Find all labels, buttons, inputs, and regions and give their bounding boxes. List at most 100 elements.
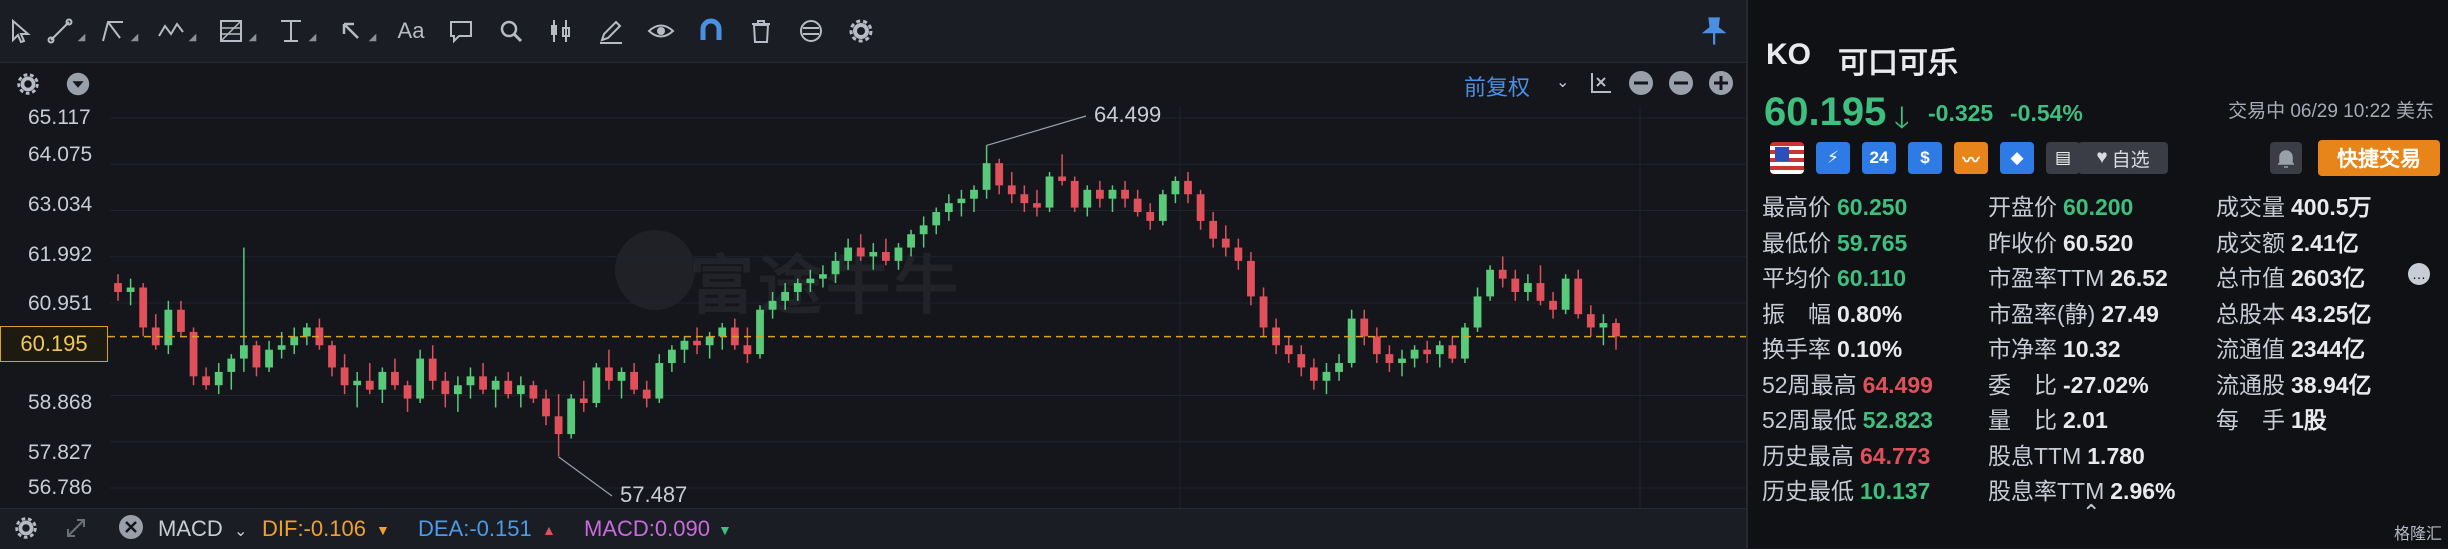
candle-body <box>1498 269 1507 279</box>
candle-body <box>718 327 727 337</box>
candle <box>932 207 941 235</box>
candle <box>1486 265 1495 301</box>
stat-value: 0.10% <box>1837 336 1903 362</box>
candle <box>340 354 349 395</box>
bell-icon <box>2278 150 2294 168</box>
candle <box>290 327 299 355</box>
caret-down-icon: ▼ <box>376 522 390 538</box>
candle-body <box>1523 283 1532 292</box>
stat-value: 1.780 <box>2087 442 2145 469</box>
alert-button[interactable] <box>2270 142 2302 174</box>
candle <box>1083 185 1092 217</box>
candle <box>202 367 211 390</box>
stat-label: 昨收价 <box>1988 229 2057 256</box>
candle-body <box>1033 203 1041 208</box>
tag-icon[interactable]: ◆ <box>2000 142 2034 174</box>
doc-icon[interactable]: ▤ <box>2046 142 2080 174</box>
candle <box>982 145 991 199</box>
stat-value: 2.41亿 <box>2291 229 2359 256</box>
candlestick-chart <box>108 106 1746 508</box>
candle-body <box>277 345 286 350</box>
candle-body <box>617 371 626 381</box>
stat-label: 最高价 <box>1762 194 1831 220</box>
stat-value: 2344亿 <box>2291 336 2366 362</box>
candle <box>516 376 525 408</box>
candle <box>1435 340 1444 368</box>
candle-body <box>1599 323 1608 328</box>
stat-value: 60.200 <box>2063 194 2134 220</box>
stat-label: 股息TTM <box>1988 442 2082 469</box>
candle <box>1158 189 1167 226</box>
collapse-icon[interactable]: ⌃ <box>2082 500 2100 526</box>
stat-label: 历史最低 <box>1762 478 1854 504</box>
candle-body <box>856 247 865 257</box>
candle <box>466 367 475 399</box>
stat-value: 59.765 <box>1837 229 1908 256</box>
candle-body <box>1007 185 1016 195</box>
candle <box>1599 314 1608 346</box>
candle-body <box>1435 345 1444 355</box>
add-favorite-button[interactable]: ♥ 自选 <box>2078 142 2168 174</box>
candle-body <box>202 376 211 386</box>
candle-body <box>365 380 374 390</box>
stat-value: 400.5万 <box>2291 194 2372 220</box>
candle-body <box>995 163 1004 186</box>
chart-area[interactable]: ◢ ◢ ◢ ◢ ◢ ◢ Aa 前复权 ⌄ 富途牛牛 65.117 64.075 … <box>0 0 1746 549</box>
gear-icon[interactable] <box>12 514 40 542</box>
quote-stat: 流通值 2344亿 <box>2216 330 2365 364</box>
candle <box>1020 185 1029 213</box>
price-tick: 61.992 <box>28 243 93 266</box>
candle-body <box>353 380 362 386</box>
candle <box>479 363 487 395</box>
candle-body <box>957 198 966 204</box>
chevron-down-icon[interactable]: ⌄ <box>234 521 247 541</box>
candle <box>1612 318 1620 350</box>
candle <box>227 354 236 390</box>
candle <box>642 380 651 408</box>
expand-icon[interactable] <box>64 516 88 540</box>
dollar-icon[interactable]: $ <box>1908 142 1942 174</box>
candle-body <box>378 371 387 390</box>
candle <box>680 336 689 364</box>
quote-stat: 振 幅 0.80% <box>1762 295 1902 329</box>
indicator-select[interactable]: MACD <box>158 516 223 542</box>
stat-label: 委 比 <box>1988 371 2057 398</box>
candle <box>302 323 311 346</box>
stat-label: 换手率 <box>1762 336 1831 362</box>
candle-body <box>919 225 928 235</box>
more-icon[interactable]: … <box>2408 263 2430 285</box>
candle <box>416 349 425 403</box>
candle <box>1410 345 1419 368</box>
candle <box>139 283 148 337</box>
price-tick: 56.786 <box>28 476 93 499</box>
candle <box>365 363 374 395</box>
candle <box>164 300 173 355</box>
24h-icon[interactable]: 24 <box>1862 142 1896 174</box>
candle <box>1360 309 1369 346</box>
candle-body <box>1221 238 1230 248</box>
candle <box>428 345 437 390</box>
stat-label: 总市值 <box>2216 265 2285 291</box>
quote-stat: 量 比 2.01 <box>1988 401 2108 435</box>
stat-label: 最低价 <box>1762 229 1831 256</box>
quote-stat: 成交额 2.41亿 <box>2216 224 2359 258</box>
candle-body <box>1322 371 1331 381</box>
candle <box>919 216 928 248</box>
trend-icon[interactable]: 〰 <box>1954 142 1988 174</box>
candle-body <box>579 398 588 403</box>
candle-body <box>265 349 273 368</box>
quote-stat: 最低价 59.765 <box>1762 224 1907 258</box>
candle <box>1586 305 1595 337</box>
candle <box>756 305 764 359</box>
candle <box>1322 363 1331 395</box>
candle <box>1461 323 1469 364</box>
candle-body <box>554 416 563 435</box>
candle <box>567 394 576 439</box>
candle <box>730 318 739 350</box>
close-icon[interactable] <box>118 514 144 540</box>
quick-trade-button[interactable]: 快捷交易 <box>2318 140 2440 176</box>
candle-body <box>164 309 173 346</box>
candle-body <box>1171 180 1180 195</box>
lightning-icon[interactable]: ⚡ <box>1816 142 1850 174</box>
us-flag-icon[interactable] <box>1770 142 1804 174</box>
